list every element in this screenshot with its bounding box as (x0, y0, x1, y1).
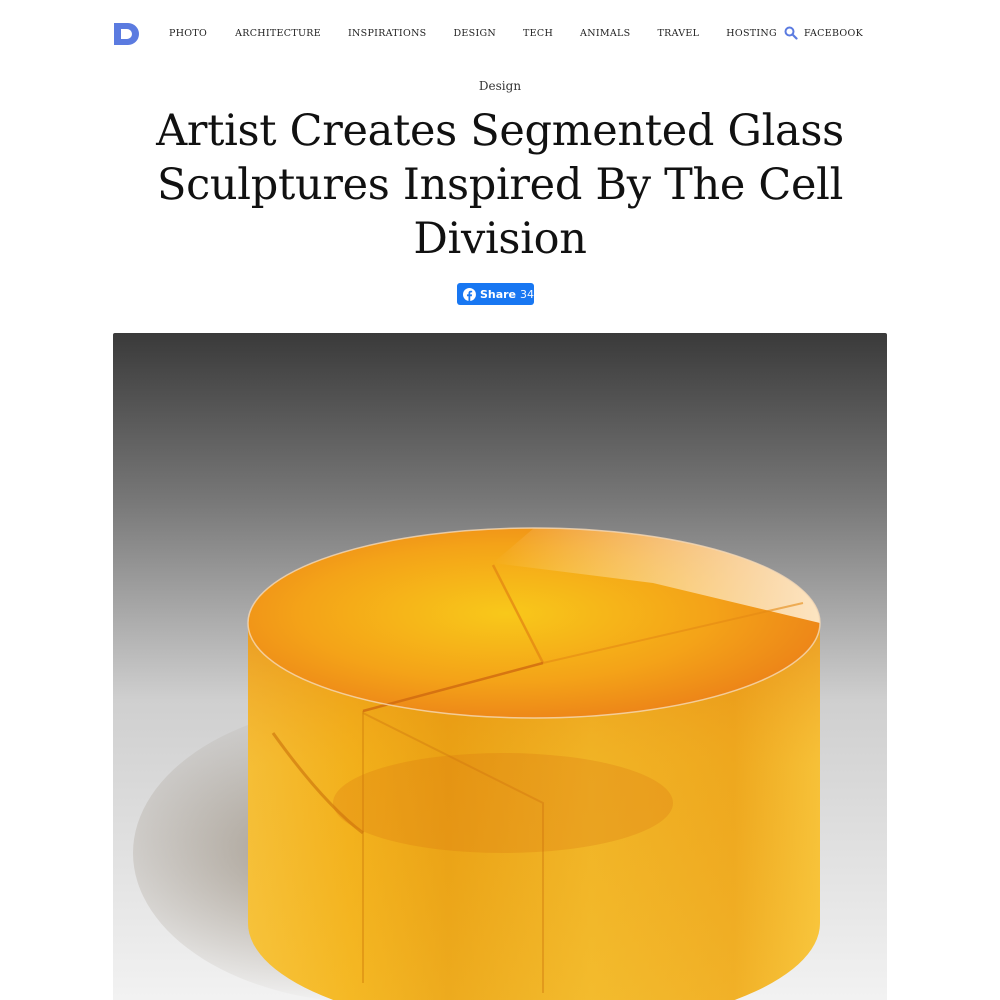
nav-item-travel[interactable]: TRAVEL (657, 28, 699, 39)
article-category[interactable]: Design (0, 79, 1000, 93)
facebook-icon (463, 287, 476, 301)
share-label: Share (479, 287, 516, 301)
nav-item-hosting[interactable]: HOSTING (726, 28, 777, 39)
nav-item-architecture[interactable]: ARCHITECTURE (235, 28, 321, 39)
article-title: Artist Creates Segmented Glass Sculpture… (156, 106, 844, 264)
nav-item-design[interactable]: DESIGN (454, 28, 497, 39)
top-navigation: PHOTO ARCHITECTURE INSPIRATIONS DESIGN T… (0, 0, 1000, 66)
share-count: 34 (520, 287, 534, 301)
hero-image (113, 333, 887, 1000)
nav-item-photo[interactable]: PHOTO (169, 28, 207, 39)
nav-item-facebook[interactable]: FACEBOOK (804, 28, 863, 39)
nav-item-inspirations[interactable]: INSPIRATIONS (348, 28, 427, 39)
facebook-share-button[interactable]: Share 34 (457, 283, 534, 305)
nav-menu: PHOTO ARCHITECTURE INSPIRATIONS DESIGN T… (169, 28, 863, 39)
glass-sculpture-image (113, 333, 887, 1000)
nav-item-tech[interactable]: TECH (523, 28, 553, 39)
nav-item-animals[interactable]: ANIMALS (580, 28, 630, 39)
site-logo[interactable] (114, 23, 142, 45)
search-icon[interactable] (784, 26, 798, 40)
